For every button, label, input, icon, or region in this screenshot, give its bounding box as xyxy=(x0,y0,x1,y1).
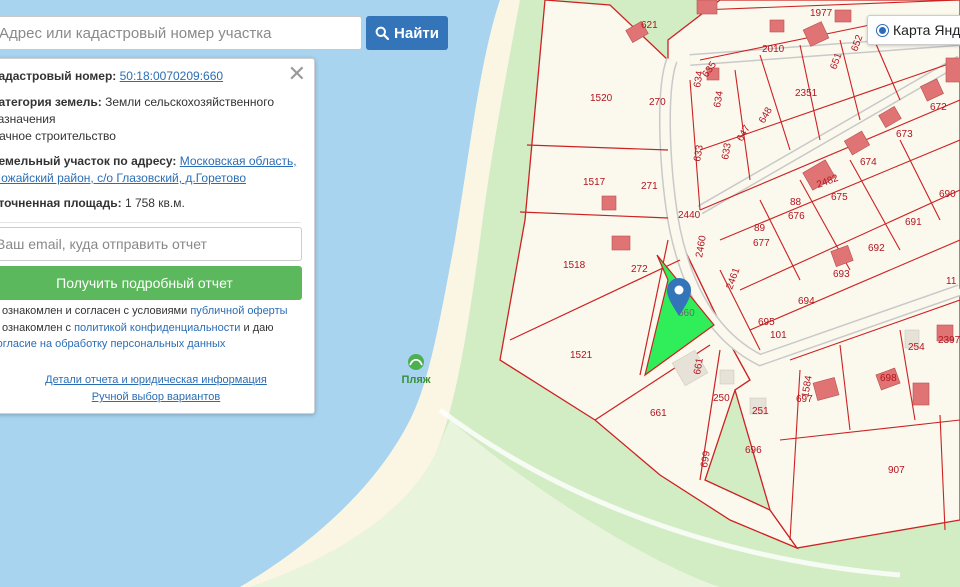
parcel-number: 101 xyxy=(770,330,787,341)
parcel-number: 254 xyxy=(908,342,925,353)
consent-offer: Я ознакомлен и согласен с условиями публ… xyxy=(0,303,288,319)
parcel-number: 692 xyxy=(868,243,885,254)
cadastral-row: Кадастровый номер: 50:18:0070209:660 xyxy=(0,68,223,85)
consent-offer-text: Я ознакомлен и согласен с условиями xyxy=(0,305,188,317)
parcel-number: 1517 xyxy=(583,177,606,188)
parcel-number: 1518 xyxy=(563,260,586,271)
privacy-policy-link[interactable]: политикой конфиденциальности xyxy=(74,322,240,334)
parcel-number: 1977 xyxy=(810,8,833,19)
parcel-info-card: ✕ Кадастровый номер: 50:18:0070209:660 К… xyxy=(0,58,315,414)
parcel-number: 621 xyxy=(641,20,658,31)
consent-data: согласие на обработку персональных данны… xyxy=(0,336,225,352)
category-label: Категория земель: xyxy=(0,95,102,109)
cadastral-label: Кадастровый номер: xyxy=(0,69,117,83)
category-value-line-2: назначения xyxy=(0,112,56,126)
consent-privacy-text: Я ознакомлен с xyxy=(0,322,72,334)
parcel-number: 676 xyxy=(788,211,805,222)
address-row-2: Можайский район, с/о Глазовский, д.Горет… xyxy=(0,170,246,187)
parcel-number: 250 xyxy=(713,393,730,404)
category-row: Категория земель: Земли сельскохозяйстве… xyxy=(0,94,274,111)
parcel-number: 1521 xyxy=(570,350,593,361)
search-button-label: Найти xyxy=(394,24,439,42)
map-type-label: Карта Яндекс xyxy=(893,22,960,38)
parcel-number: 270 xyxy=(649,97,666,108)
area-value: 1 758 кв.м. xyxy=(124,196,185,210)
parcel-number: 272 xyxy=(631,264,648,275)
parcel-number: 674 xyxy=(860,157,877,168)
area-row: Уточненная площадь: 1 758 кв.м. xyxy=(0,195,185,212)
parcel-number: 2397 xyxy=(938,335,960,346)
parcel-number: 271 xyxy=(641,181,658,192)
address-link[interactable]: Московская область, xyxy=(180,154,297,168)
consent-privacy-tail: и даю xyxy=(243,322,274,334)
parcel-number: 11 xyxy=(946,276,957,287)
radio-selected-icon[interactable] xyxy=(876,23,889,37)
parcel-number: 690 xyxy=(939,189,956,200)
address-label: Земельный участок по адресу: xyxy=(0,154,177,168)
parcel-number: 672 xyxy=(930,102,947,113)
parcel-number: 2351 xyxy=(795,88,818,99)
parcel-number: 2010 xyxy=(762,44,785,55)
search-input[interactable] xyxy=(0,16,362,50)
beach-label: Пляж xyxy=(401,374,430,386)
address-row: Земельный участок по адресу: Московская … xyxy=(0,153,297,170)
area-label: Уточненная площадь: xyxy=(0,196,122,210)
search-icon xyxy=(375,26,390,40)
parcel-number: 694 xyxy=(798,296,815,307)
parcel-number: 907 xyxy=(888,465,905,476)
manual-selection-link[interactable]: Ручной выбор вариантов xyxy=(0,391,314,403)
parcel-number: 698 xyxy=(880,373,897,384)
parcel-number: 675 xyxy=(831,192,848,203)
close-icon[interactable]: ✕ xyxy=(288,63,306,85)
parcel-number: 88 xyxy=(790,197,802,208)
consent-privacy: Я ознакомлен с политикой конфиденциально… xyxy=(0,320,274,336)
cadastral-number-link[interactable]: 50:18:0070209:660 xyxy=(120,69,223,83)
map-type-control[interactable]: Карта Яндекс xyxy=(867,15,960,45)
parcel-number: 693 xyxy=(833,269,850,280)
report-details-link[interactable]: Детали отчета и юридическая информация xyxy=(0,374,314,386)
address-link-line-2[interactable]: Можайский район, с/о Глазовский, д.Горет… xyxy=(0,171,246,185)
parcel-number: 89 xyxy=(754,223,766,234)
parcel-number: 1520 xyxy=(590,93,613,104)
category-value-line-3: Дачное строительство xyxy=(0,129,116,143)
parcel-number: 673 xyxy=(896,129,913,140)
parcel-number: 695 xyxy=(758,317,775,328)
category-value: Земли сельскохозяйственного xyxy=(105,95,275,109)
parcel-number: 696 xyxy=(745,445,762,456)
search-button[interactable]: Найти xyxy=(366,16,448,50)
get-report-button[interactable]: Получить подробный отчет xyxy=(0,266,302,300)
email-field[interactable] xyxy=(0,227,302,261)
parcel-number: 251 xyxy=(752,406,769,417)
public-offer-link[interactable]: публичной оферты xyxy=(190,305,287,317)
parcel-number: 691 xyxy=(905,217,922,228)
parcel-number: 661 xyxy=(650,408,667,419)
personal-data-consent-link[interactable]: согласие на обработку персональных данны… xyxy=(0,338,225,350)
parcel-number: 2440 xyxy=(678,210,701,221)
divider xyxy=(0,222,301,223)
parcel-number: 677 xyxy=(753,238,770,249)
